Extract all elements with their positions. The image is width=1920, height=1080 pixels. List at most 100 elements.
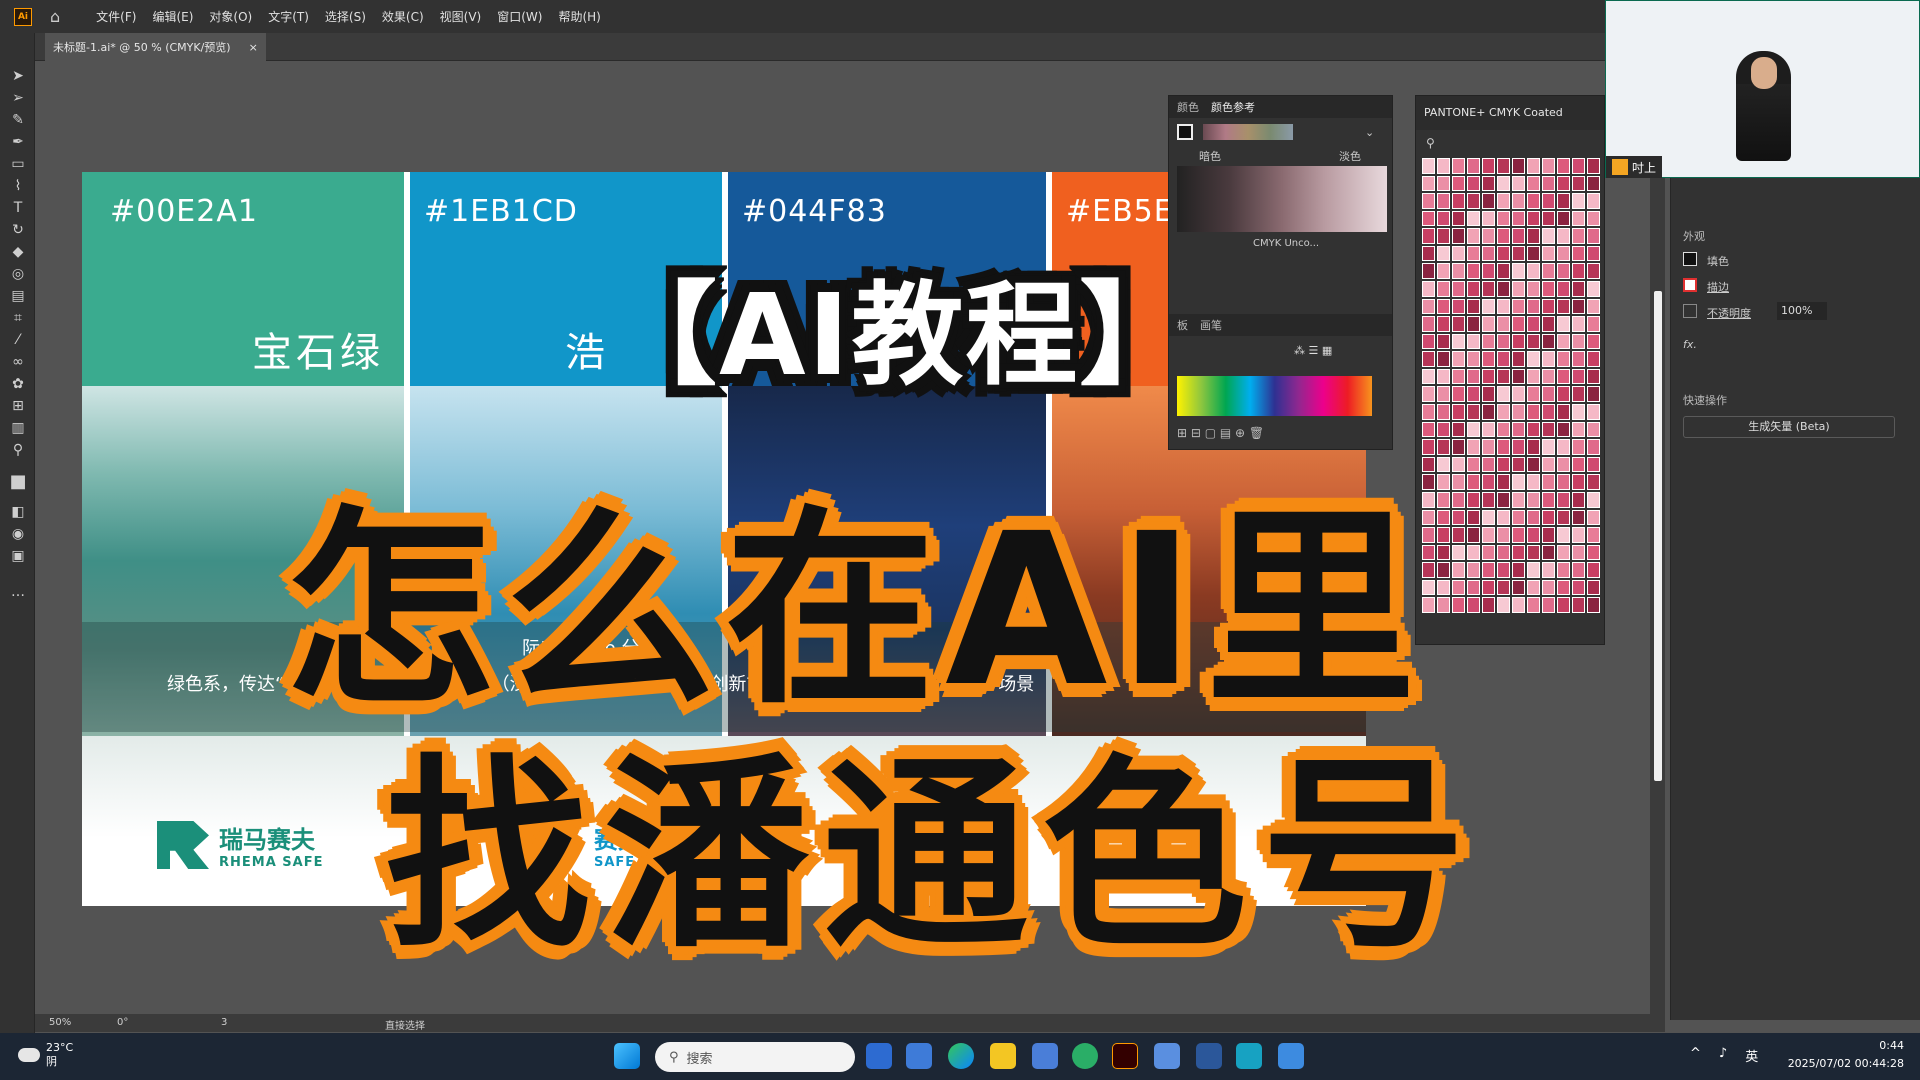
pantone-swatch[interactable] [1422,368,1435,385]
pantone-swatch[interactable] [1572,386,1585,403]
pantone-swatch[interactable] [1527,333,1540,350]
pantone-swatch[interactable] [1467,439,1480,455]
pantone-swatch[interactable] [1572,316,1585,332]
pantone-swatch[interactable] [1422,228,1435,244]
pantone-swatch[interactable] [1437,439,1450,455]
pantone-swatch[interactable] [1527,456,1540,473]
pantone-swatch[interactable] [1542,491,1555,508]
pantone-swatch[interactable] [1527,228,1540,244]
pantone-swatch[interactable] [1452,491,1465,508]
opacity-label[interactable]: 不透明度 [1707,305,1751,321]
pantone-swatch[interactable] [1587,562,1600,578]
pantone-swatch[interactable] [1572,527,1585,543]
pantone-swatch[interactable] [1437,228,1450,244]
pantone-swatch[interactable] [1587,158,1600,174]
pantone-swatch[interactable] [1512,158,1525,174]
pantone-swatch[interactable] [1572,474,1585,490]
pantone-swatch[interactable] [1437,245,1450,262]
pantone-swatch[interactable] [1497,316,1510,332]
pantone-swatch[interactable] [1572,421,1585,438]
pantone-swatch-grid[interactable] [1422,158,1600,613]
pantone-swatch[interactable] [1452,193,1465,209]
generate-vector-button[interactable]: 生成矢量 (Beta) [1683,416,1895,438]
pantone-swatch[interactable] [1587,175,1600,192]
base-color-swatch[interactable] [1177,124,1193,140]
magic-wand-tool-icon[interactable]: ✎ [9,111,27,129]
pantone-swatch[interactable] [1572,175,1585,192]
pantone-swatch[interactable] [1422,210,1435,227]
pantone-swatch[interactable] [1527,386,1540,403]
pantone-swatch[interactable] [1512,351,1525,367]
pantone-swatch[interactable] [1542,263,1555,280]
menu-window[interactable]: 窗口(W) [489,8,550,25]
pantone-swatch[interactable] [1482,281,1495,297]
pantone-swatch[interactable] [1437,597,1450,613]
pantone-swatch[interactable] [1437,421,1450,438]
pantone-swatch[interactable] [1527,175,1540,192]
pantone-swatch[interactable] [1572,228,1585,244]
pantone-swatch[interactable] [1542,579,1555,596]
pantone-swatch[interactable] [1557,368,1570,385]
pantone-swatch[interactable] [1527,298,1540,315]
pantone-swatch[interactable] [1542,527,1555,543]
pantone-swatch[interactable] [1497,245,1510,262]
chevron-up-icon[interactable]: ^ [1690,1046,1701,1065]
pantone-swatch[interactable] [1437,281,1450,297]
pantone-swatch[interactable] [1452,351,1465,367]
pantone-swatch[interactable] [1557,579,1570,596]
pantone-swatch[interactable] [1512,562,1525,578]
pantone-swatch[interactable] [1512,175,1525,192]
selection-tool-icon[interactable]: ➤ [9,67,27,85]
eraser-tool-icon[interactable]: ◆ [9,243,27,261]
pantone-swatch[interactable] [1527,509,1540,526]
pantone-swatch[interactable] [1542,175,1555,192]
zoom-level[interactable]: 50% [49,1017,71,1028]
pantone-swatch[interactable] [1542,386,1555,403]
pantone-swatch[interactable] [1587,228,1600,244]
pantone-swatch[interactable] [1437,544,1450,561]
pantone-swatch[interactable] [1557,527,1570,543]
pantone-swatch[interactable] [1452,439,1465,455]
pantone-swatch[interactable] [1467,579,1480,596]
pantone-swatch[interactable] [1587,474,1600,490]
pantone-swatch[interactable] [1542,456,1555,473]
pantone-swatch[interactable] [1467,386,1480,403]
pantone-swatch[interactable] [1572,404,1585,420]
pantone-swatch[interactable] [1557,298,1570,315]
pantone-swatch[interactable] [1512,579,1525,596]
pantone-swatch[interactable] [1557,245,1570,262]
color-mode-icon[interactable]: ◧ [9,503,27,521]
pantone-swatch[interactable] [1587,509,1600,526]
pantone-swatch[interactable] [1467,158,1480,174]
pantone-swatch[interactable] [1482,228,1495,244]
swatch-view-icon[interactable]: ⁂ ☰ ▦ [1294,344,1332,357]
pantone-swatch[interactable] [1467,527,1480,543]
pantone-swatch[interactable] [1557,597,1570,613]
pantone-swatch[interactable] [1572,351,1585,367]
pantone-swatch[interactable] [1452,210,1465,227]
menu-select[interactable]: 选择(S) [317,8,374,25]
screen-mode-icon[interactable]: ▣ [9,547,27,565]
word-icon[interactable] [1196,1043,1222,1069]
pantone-swatch[interactable] [1482,421,1495,438]
pantone-swatch[interactable] [1542,509,1555,526]
pantone-swatch[interactable] [1557,509,1570,526]
pantone-swatch[interactable] [1512,544,1525,561]
pantone-swatch[interactable] [1557,439,1570,455]
pantone-swatch[interactable] [1482,193,1495,209]
pantone-swatch[interactable] [1527,597,1540,613]
app-icon-2[interactable] [906,1043,932,1069]
pantone-swatch[interactable] [1482,579,1495,596]
pantone-swatch[interactable] [1542,245,1555,262]
pantone-swatch[interactable] [1467,562,1480,578]
input-method[interactable]: 英 [1745,1046,1758,1065]
pantone-swatch[interactable] [1572,579,1585,596]
pantone-swatch[interactable] [1482,474,1495,490]
pantone-swatch[interactable] [1527,491,1540,508]
pantone-swatch[interactable] [1497,158,1510,174]
pantone-swatch[interactable] [1467,210,1480,227]
pantone-swatch[interactable] [1452,544,1465,561]
pantone-swatch[interactable] [1482,597,1495,613]
pantone-swatch[interactable] [1422,386,1435,403]
pantone-swatch[interactable] [1452,421,1465,438]
